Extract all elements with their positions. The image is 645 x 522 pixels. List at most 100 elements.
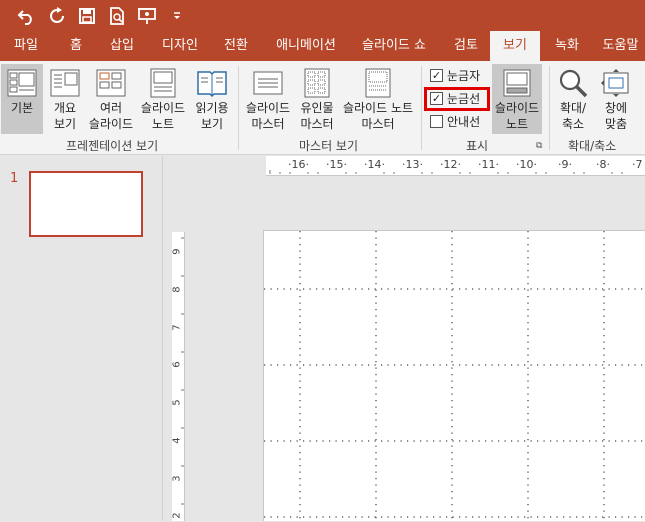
- notes-page-button[interactable]: 슬라이드 노트: [138, 64, 188, 134]
- zoom-button[interactable]: 확대/ 축소: [553, 64, 593, 134]
- tab-review[interactable]: 검토: [444, 31, 488, 61]
- reading-view-button[interactable]: 읽기용 보기: [191, 64, 233, 134]
- tab-record[interactable]: 녹화: [545, 31, 589, 61]
- ribbon-separator: [549, 66, 550, 150]
- customize-icon[interactable]: [164, 3, 190, 29]
- handout-master-icon: [300, 66, 334, 100]
- notes-icon: [500, 66, 534, 100]
- dialog-launcher-icon[interactable]: ⧉: [536, 141, 542, 151]
- undo-icon[interactable]: [14, 3, 40, 29]
- fit-to-window-icon: [599, 66, 633, 100]
- tab-insert[interactable]: 삽입: [100, 31, 144, 61]
- slide-sorter-label-1: 여러: [99, 101, 123, 115]
- notes-page-icon: [146, 66, 180, 100]
- zoom-label-2: 축소: [561, 117, 585, 131]
- notes-page-label-2: 노트: [151, 117, 175, 131]
- guides-checkbox[interactable]: 안내선: [430, 111, 480, 131]
- ruler-label: 2: [171, 512, 183, 519]
- ruler-label: 3: [171, 475, 183, 482]
- ruler-label: 8: [171, 286, 183, 293]
- outline-view-label-1: 개요: [53, 101, 77, 115]
- ruler-label: 6: [171, 361, 183, 368]
- slide-sorter-label-2: 슬라이드: [88, 117, 134, 131]
- group-label-master-views: 마스터 보기: [299, 139, 359, 153]
- print-preview-icon[interactable]: [104, 3, 130, 29]
- group-label-zoom: 확대/축소: [568, 139, 617, 153]
- notes-master-label-2: 마스터: [361, 117, 395, 131]
- ribbon-separator: [238, 66, 239, 150]
- guides-label: 안내선: [447, 114, 481, 129]
- group-label-show: 표시: [466, 139, 489, 153]
- slide-master-icon: [251, 66, 285, 100]
- normal-view-button[interactable]: 기본: [1, 64, 43, 134]
- redo-icon[interactable]: [44, 3, 70, 29]
- save-icon[interactable]: [74, 3, 100, 29]
- reading-view-label-2: 보기: [200, 117, 224, 131]
- ruler-label: ·8·: [596, 158, 610, 171]
- tab-design[interactable]: 디자인: [152, 31, 208, 61]
- normal-view-label: 기본: [10, 101, 34, 115]
- ruler-label: ·7: [632, 158, 643, 171]
- notes-master-label-1: 슬라이드 노트: [342, 101, 414, 115]
- ribbon-tabs: 파일 홈 삽입 디자인 전환 애니메이션 슬라이드 쇼 검토 보기 녹화 도움말: [0, 31, 645, 61]
- ruler-label: 4: [171, 437, 183, 444]
- ruler-label: ·16·: [288, 158, 309, 171]
- notes-toggle-button[interactable]: 슬라이드 노트: [492, 64, 542, 134]
- zoom-magnifier-icon: [556, 66, 590, 100]
- ruler-label: ·12·: [440, 158, 461, 171]
- zoom-label-1: 확대/: [559, 101, 587, 115]
- slide-master-label-1: 슬라이드: [245, 101, 291, 115]
- present-icon[interactable]: [134, 3, 160, 29]
- tab-home[interactable]: 홈: [58, 31, 94, 61]
- slide-number: 1: [10, 171, 19, 186]
- tab-transitions[interactable]: 전환: [214, 31, 258, 61]
- ruler-label: ·9·: [558, 158, 572, 171]
- tab-file[interactable]: 파일: [4, 31, 48, 61]
- ruler-label: ·11·: [478, 158, 499, 171]
- fit-to-window-label-2: 맞춤: [604, 117, 628, 131]
- notes-master-button[interactable]: 슬라이드 노트 마스터: [339, 64, 417, 134]
- ribbon-separator: [421, 66, 422, 150]
- handout-master-button[interactable]: 유인물 마스터: [296, 64, 338, 134]
- notes-master-icon: [361, 66, 395, 100]
- ruler-label: ·14·: [364, 158, 385, 171]
- outline-view-label-2: 보기: [53, 117, 77, 131]
- notes-label-1: 슬라이드: [494, 101, 540, 115]
- tab-view[interactable]: 보기: [490, 31, 540, 61]
- normal-view-icon: [5, 66, 39, 100]
- ruler-check-icon: ✓: [430, 68, 443, 82]
- slide-master-label-2: 마스터: [251, 117, 285, 131]
- gridlines-highlight-box: [424, 87, 490, 111]
- group-label-presentation-views: 프레젠테이션 보기: [66, 139, 159, 153]
- guides-check-icon: [430, 114, 443, 128]
- fit-to-window-label-1: 창에: [604, 101, 628, 115]
- notes-page-label-1: 슬라이드: [140, 101, 186, 115]
- reading-view-label-1: 읽기용: [195, 101, 229, 115]
- outline-view-button[interactable]: 개요 보기: [45, 64, 85, 134]
- outline-view-icon: [48, 66, 82, 100]
- tab-help[interactable]: 도움말: [596, 31, 645, 61]
- tab-animations[interactable]: 애니메이션: [266, 31, 346, 61]
- ruler-label: ·15·: [326, 158, 347, 171]
- horizontal-ruler[interactable]: ·16· ·15· ·14· ·13· ·12· ·11· ·10· ·9· ·…: [266, 156, 645, 176]
- ruler-label: 5: [171, 399, 183, 406]
- tab-slideshow[interactable]: 슬라이드 쇼: [352, 31, 436, 61]
- slide-thumbnail[interactable]: [29, 171, 143, 237]
- ribbon: 기본 개요 보기 여러 슬라이드 슬라이드 노트 읽기용 보기 프레젠테이션 보…: [0, 61, 645, 155]
- ruler-label: 눈금자: [447, 68, 481, 83]
- gridlines: [264, 231, 645, 522]
- slide-master-button[interactable]: 슬라이드 마스터: [242, 64, 294, 134]
- reading-view-icon: [195, 66, 229, 100]
- quick-access-toolbar: [0, 0, 645, 31]
- handout-master-label-1: 유인물: [300, 101, 334, 115]
- vertical-ruler[interactable]: 9 8 7 6 5 4 3 2: [172, 232, 185, 521]
- fit-to-window-button[interactable]: 창에 맞춤: [596, 64, 636, 134]
- slide-canvas[interactable]: [263, 230, 645, 522]
- ruler-label: ·10·: [516, 158, 537, 171]
- slide-sorter-icon: [94, 66, 128, 100]
- slide-sorter-button[interactable]: 여러 슬라이드: [86, 64, 136, 134]
- ruler-checkbox[interactable]: ✓ 눈금자: [430, 65, 480, 85]
- notes-label-2: 노트: [505, 117, 529, 131]
- ruler-label: 9: [171, 248, 183, 255]
- ruler-label: 7: [171, 324, 183, 331]
